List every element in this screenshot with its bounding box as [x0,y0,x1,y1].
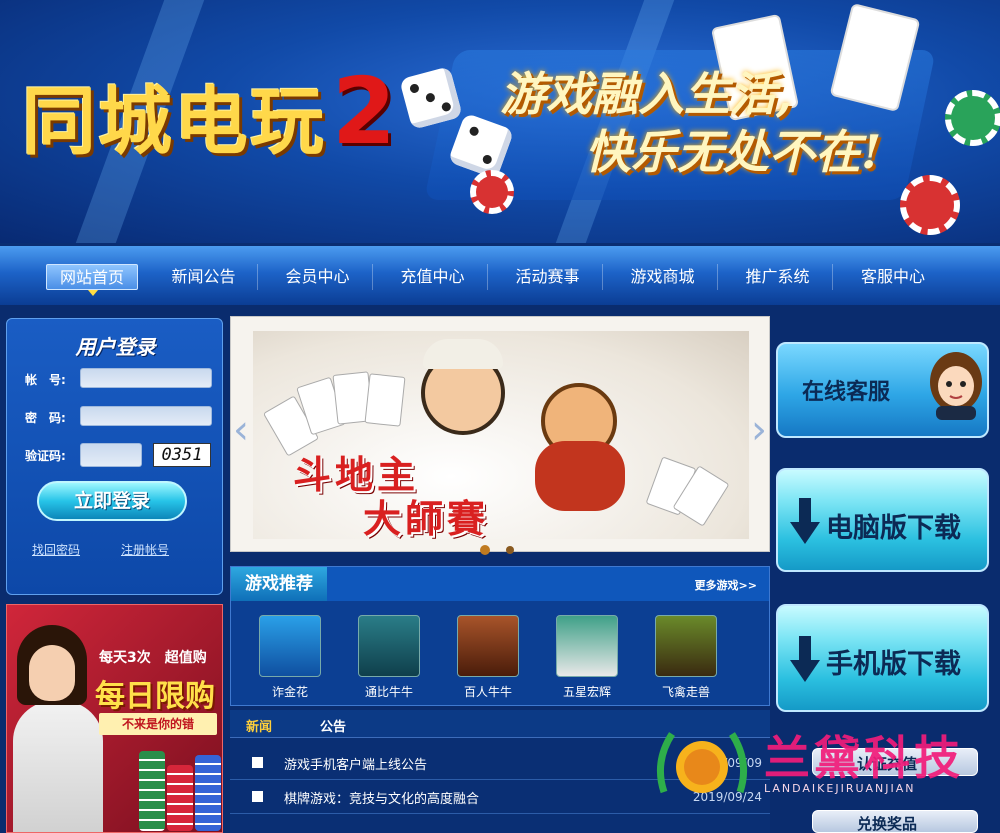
chip-stack-icon [195,755,221,831]
login-button[interactable]: 立即登录 [37,481,187,521]
tongbi-niuniu-thumb-icon[interactable] [358,615,420,677]
customer-service-agent-icon [930,352,982,420]
promo-top-text: 每天3次 超值购 [99,650,207,666]
mobile-download-label: 手机版下载 [826,649,961,680]
header-banner: 同城电玩 2 游戏融入生活, 快乐无处不在! [0,0,1000,243]
game-recommend-tab[interactable]: 游戏推荐 [231,567,327,601]
zhajinhua-thumb-icon[interactable] [259,615,321,677]
password-input[interactable] [80,406,212,426]
login-panel: 用户登录 帐 号: 密 码: 验证码: 0351 立即登录 找回密码 注册帐号 [6,318,223,595]
watermark-text: 兰黛科技 [764,731,964,785]
featured-slider[interactable]: ‹ 斗地主 大師賽 › [230,316,770,552]
nav-item-promotion[interactable]: 推广系统 [723,264,833,290]
site-logo-number: 2 [332,58,397,165]
promo-ribbon: 不来是你的错 [99,713,217,735]
bullet-square-icon [252,791,263,802]
nav-item-service[interactable]: 客服中心 [838,264,948,290]
captcha-label: 验证码: [25,449,66,463]
slider-dot-active[interactable] [480,545,490,555]
pc-download-button[interactable]: 电脑版下载 [776,468,989,572]
slider-dot[interactable] [506,546,514,554]
cartoon-hat-icon [423,339,503,369]
game-card[interactable]: 通比牛牛 [352,615,426,700]
online-service-label: 在线客服 [802,380,891,405]
promo-model-face [29,645,75,701]
game-recommend-panel: 更多游戏>> 游戏推荐 诈金花 通比牛牛 百人牛牛 五星宏辉 飞禽走兽 [230,566,770,706]
password-label: 密 码: [25,411,66,425]
slide-title-line-1: 斗地主 [293,452,420,497]
nav-item-shop[interactable]: 游戏商城 [608,264,718,290]
poker-chip-icon [900,175,960,235]
game-card[interactable]: 五星宏辉 [550,615,624,700]
news-title[interactable]: 棋牌游戏：竞技与文化的高度融合 [284,788,479,807]
tab-announcements[interactable]: 公告 [320,716,346,735]
game-label: 通比牛牛 [364,685,413,699]
nav-item-home[interactable]: 网站首页 [46,264,138,290]
site-logo[interactable]: 同城电玩 [22,62,326,169]
mobile-download-button[interactable]: 手机版下载 [776,604,989,712]
captcha-image[interactable]: 0351 [153,443,211,467]
game-card[interactable]: 百人牛牛 [451,615,525,700]
game-recommend-header: 更多游戏>> [327,567,769,601]
register-link[interactable]: 注册帐号 [121,541,169,558]
account-input[interactable] [80,368,212,388]
nav-item-news[interactable]: 新闻公告 [150,264,258,290]
slide-title: 斗地主 大師賽 [293,452,490,540]
bairen-niuniu-thumb-icon[interactable] [457,615,519,677]
bullet-square-icon [252,757,263,768]
promo-title: 每日限购 [95,679,215,714]
news-title[interactable]: 游戏手机客户端上线公告 [284,754,427,773]
game-card[interactable]: 飞禽走兽 [649,615,723,700]
account-label: 帐 号: [25,373,66,387]
playing-card-icon [364,373,406,427]
nav-item-recharge[interactable]: 充值中心 [378,264,488,290]
watermark-subtext: LANDAIKEJIRUANJIAN [764,782,916,795]
nav-active-indicator [88,290,98,296]
captcha-input[interactable] [80,443,142,467]
login-title: 用户登录 [75,335,156,359]
slider-next-icon[interactable]: › [751,407,767,453]
game-label: 诈金花 [271,685,308,699]
nav-item-events[interactable]: 活动赛事 [493,264,603,290]
game-card[interactable]: 诈金花 [253,615,327,700]
forgot-password-link[interactable]: 找回密码 [32,541,80,558]
more-games-link[interactable]: 更多游戏>> [695,577,757,593]
watermark: 兰黛科技 LANDAIKEJIRUANJIAN [652,712,992,822]
online-service-button[interactable]: 在线客服 [776,342,989,438]
chip-stack-icon [139,751,165,831]
slide-title-line-2: 大師賽 [363,496,490,540]
daily-deal-banner[interactable]: 每天3次 超值购 每日限购 不来是你的错 [6,604,223,833]
poker-chip-icon [945,90,1000,146]
chip-stack-icon [167,765,193,831]
nav-item-member[interactable]: 会员中心 [263,264,373,290]
cartoon-body-icon [535,441,625,511]
tab-news[interactable]: 新闻 [246,716,272,735]
wuxing-honghui-thumb-icon[interactable] [556,615,618,677]
feiqin-zoushou-thumb-icon[interactable] [655,615,717,677]
game-label: 五星宏辉 [562,685,611,699]
slogan-line-1: 游戏融入生活, [500,67,793,121]
main-nav: 网站首页 新闻公告 会员中心 充值中心 活动赛事 游戏商城 推广系统 客服中心 [0,243,1000,305]
pc-download-label: 电脑版下载 [826,513,961,544]
game-label: 飞禽走兽 [661,685,710,699]
promo-model-image [13,701,103,832]
laurel-logo-icon [656,732,748,794]
slide-image[interactable]: 斗地主 大師賽 [253,331,749,539]
slider-prev-icon[interactable]: ‹ [233,407,249,453]
download-arrow-icon [790,636,820,682]
game-label: 百人牛牛 [463,685,512,699]
download-arrow-icon [790,498,820,544]
slogan-line-2: 快乐无处不在! [585,125,882,179]
poker-chip-icon [470,170,514,214]
